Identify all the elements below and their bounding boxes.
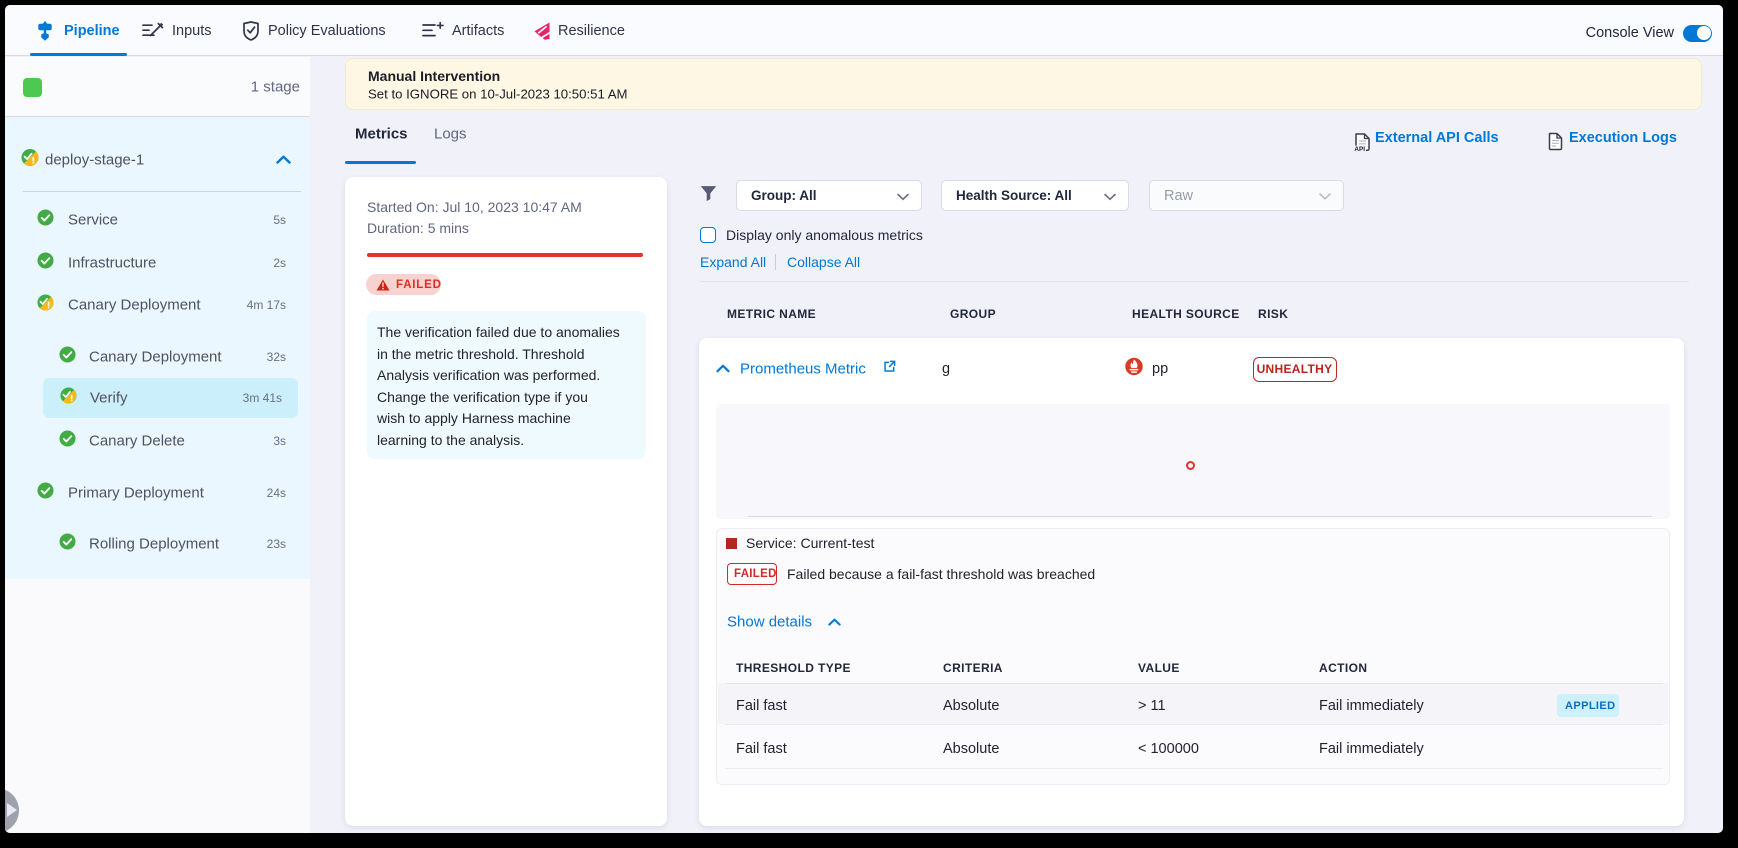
svg-text:API: API	[1354, 146, 1365, 152]
